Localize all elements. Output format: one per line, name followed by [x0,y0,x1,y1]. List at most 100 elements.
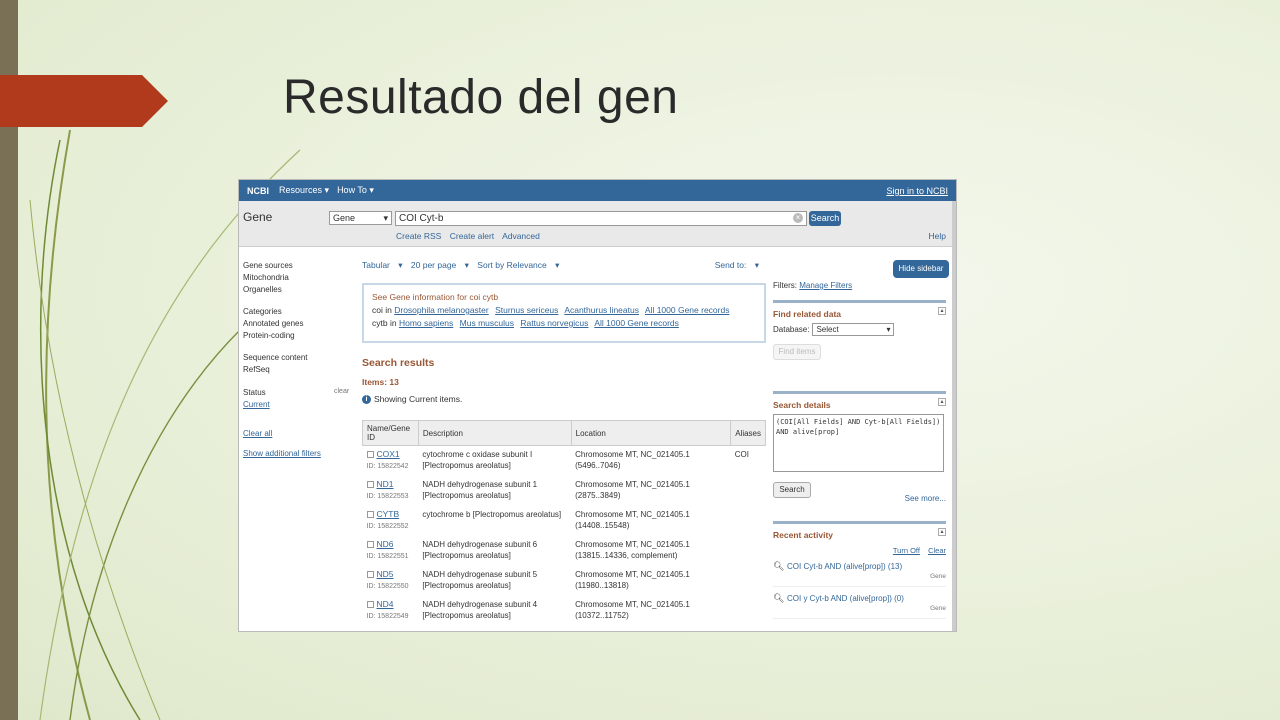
species-link[interactable]: Mus musculus [460,318,514,328]
gene-link[interactable]: ND1 [377,479,394,489]
scrollbar[interactable] [952,201,956,631]
info-row-coi: coi in Drosophila melanogaster Sturnus s… [372,305,730,315]
chevron-down-icon: ▾ [383,213,388,223]
gene-info-box: See Gene information for coi cytb coi in… [362,283,766,343]
title-arrow-shape [0,75,168,127]
ncbi-logo[interactable]: NCBI [247,186,269,196]
species-link[interactable]: Sturnus sericeus [495,305,558,315]
recent-activity-panel: ▴ Recent activity Turn Off Clear 🔍︎ COI … [773,521,946,619]
row-checkbox[interactable] [366,451,374,459]
manage-filters-link[interactable]: Manage Filters [799,281,852,290]
items-count: Items: 13 [362,377,399,387]
find-related-panel: ▴ Find related data Database: Select ▾ Fi… [773,300,946,360]
help-link[interactable]: Help [929,231,946,241]
filter-current[interactable]: Current [243,399,270,411]
search-icon: 🔍︎ [773,593,785,603]
send-to-dropdown[interactable]: Send to: ▾ [715,260,759,271]
gene-link[interactable]: COX1 [377,449,400,459]
gene-link[interactable]: ND5 [377,569,394,579]
table-row: ND6 ID: 15822551 NADH dehydrogenase subun… [366,538,690,560]
info-row-cytb: cytb in Homo sapiens Mus musculus Rattus… [372,318,679,328]
filters-row: Filters: Manage Filters [773,281,853,290]
col-location[interactable]: Location [570,420,732,446]
advanced-link[interactable]: Advanced [502,231,540,241]
table-row: ND4 ID: 15822549 NADH dehydrogenase subun… [366,598,690,620]
filter-protein-coding[interactable]: Protein-coding [243,330,304,342]
activity-item[interactable]: 🔍︎ COI y Cyt-b AND (alive[prop]) (0) Gen… [773,593,946,619]
filter-organelles[interactable]: Organelles [243,284,293,296]
see-more-link[interactable]: See more... [905,494,946,503]
collapse-icon[interactable]: ▴ [938,307,946,315]
species-link[interactable]: Homo sapiens [399,318,453,328]
slide-title: Resultado del gen [283,71,679,124]
show-additional-filters-link[interactable]: Show additional filters [243,448,321,460]
table-row: COX1 ID: 15822542 cytochrome c oxidase su… [366,449,749,470]
filter-group-gene-sources: Gene sources Mitochondria Organelles [243,261,293,296]
sort-dropdown[interactable]: Sort by Relevance ▾ [477,260,559,270]
species-link[interactable]: Drosophila melanogaster [394,305,489,315]
showing-note: i Showing Current items. [362,394,462,404]
howto-menu[interactable]: How To ▾ [337,185,374,196]
left-sidebar: Gene sources Mitochondria Organelles Cat… [239,248,351,631]
col-aliases[interactable]: Aliases [730,420,766,446]
related-database-select[interactable]: Select ▾ [812,323,895,336]
all-records-link[interactable]: All 1000 Gene records [645,305,730,315]
search-results-heading: Search results [362,357,435,369]
filter-mitochondria[interactable]: Mitochondria [243,272,293,284]
turn-off-link[interactable]: Turn Off [893,546,920,555]
row-checkbox[interactable] [366,600,374,608]
find-items-button[interactable]: Find items [773,344,821,360]
gene-link[interactable]: CYTB [377,509,400,519]
gene-link[interactable]: ND4 [377,599,394,609]
species-link[interactable]: Rattus norvegicus [520,318,588,328]
create-rss-link[interactable]: Create RSS [396,231,441,241]
clear-icon[interactable]: × [793,213,803,223]
ncbi-top-bar: NCBI Resources ▾ How To ▾ Sign in to NCB… [239,180,956,201]
all-records-link[interactable]: All 1000 Gene records [594,318,679,328]
clear-all-link[interactable]: Clear all [243,428,272,440]
row-checkbox[interactable] [366,570,374,578]
sign-in-link[interactable]: Sign in to NCBI [886,186,948,196]
info-icon: i [362,394,371,404]
filter-group-categories: Categories Annotated genes Protein-codin… [243,307,304,342]
search-sublinks: Create RSS Create alert Advanced [396,231,546,241]
info-box-title: See Gene information for coi cytb [372,292,499,302]
row-checkbox[interactable] [366,480,374,488]
db-label: Gene [243,210,273,224]
filter-annotated-genes[interactable]: Annotated genes [243,318,304,330]
per-page-dropdown[interactable]: 20 per page ▾ [411,260,469,270]
table-row: ND5 ID: 15822550 NADH dehydrogenase subun… [366,568,690,590]
results-toolbar: Tabular ▾ 20 per page ▾ Sort by Relevanc… [362,260,767,271]
hide-sidebar-button[interactable]: Hide sidebar >> [893,260,949,291]
search-input[interactable]: COI Cyt-b × [395,211,807,226]
table-row: CYTB ID: 15822552 cytochrome b [Plectropo… [366,508,690,530]
chevron-down-icon: ▾ [886,325,891,334]
collapse-icon[interactable]: ▴ [938,398,946,406]
table-row: ND1 ID: 15822553 NADH dehydrogenase subun… [366,478,690,500]
filter-refseq[interactable]: RefSeq [243,364,308,376]
clear-link[interactable]: Clear [928,546,946,555]
status-clear-link[interactable]: clear [334,388,349,395]
results-table: Name/Gene ID Description Location Aliase… [362,420,766,626]
gene-link[interactable]: ND6 [377,539,394,549]
col-name[interactable]: Name/Gene ID [362,420,419,446]
search-row: Gene Gene ▾ COI Cyt-b × Search Create RSS … [239,201,956,247]
details-search-button[interactable]: Search [773,482,811,498]
filter-group-status: Status Current [243,388,270,411]
row-checkbox[interactable] [366,540,374,548]
col-description[interactable]: Description [417,420,572,446]
search-button[interactable]: Search [809,211,841,226]
format-dropdown[interactable]: Tabular ▾ [362,260,403,270]
search-details-panel: ▴ Search details (COI[All Fields] AND Cy… [773,391,946,503]
database-select[interactable]: Gene ▾ [329,211,392,225]
ncbi-screenshot: NCBI Resources ▾ How To ▾ Sign in to NCB… [238,179,957,632]
row-checkbox[interactable] [366,510,374,518]
filter-group-sequence: Sequence content RefSeq [243,353,308,376]
species-link[interactable]: Acanthurus lineatus [564,305,639,315]
search-icon: 🔍︎ [773,561,785,571]
resources-menu[interactable]: Resources ▾ [279,185,329,196]
activity-item[interactable]: 🔍︎ COI Cyt-b AND (alive[prop]) (13) Gene [773,561,946,587]
query-textarea[interactable]: (COI[All Fields] AND Cyt-b[All Fields]) … [773,414,944,472]
create-alert-link[interactable]: Create alert [450,231,494,241]
collapse-icon[interactable]: ▴ [938,528,946,536]
